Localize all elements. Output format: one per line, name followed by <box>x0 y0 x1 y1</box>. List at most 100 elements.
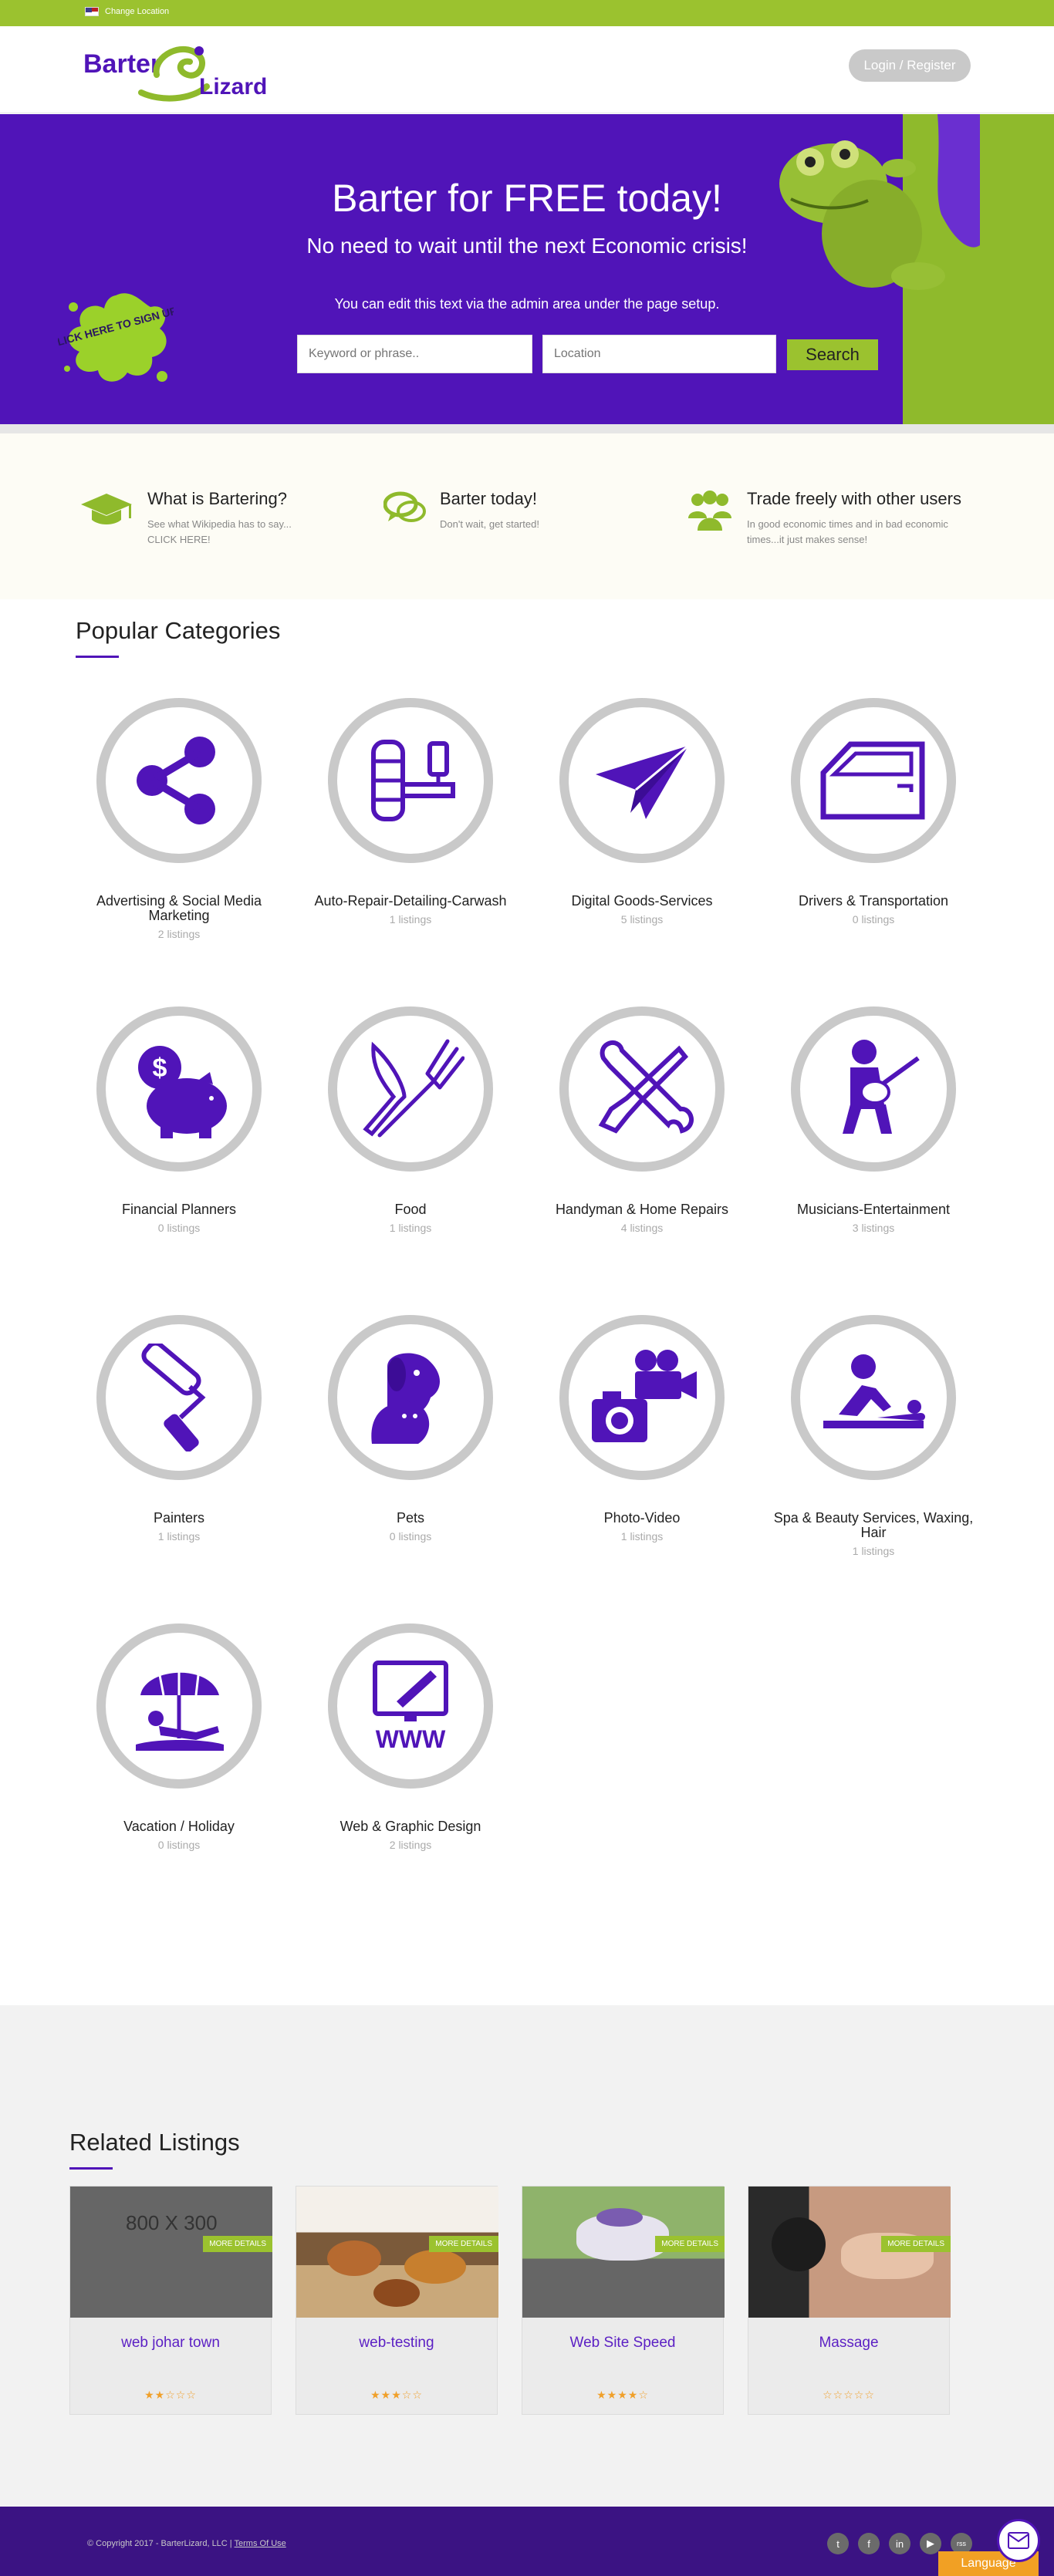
login-register-button[interactable]: Login / Register <box>849 49 971 82</box>
category-financial[interactable]: $ Financial Planners 0 listings <box>75 1006 283 1234</box>
envelope-icon <box>1008 2532 1029 2549</box>
listing-card[interactable]: MORE DETAILS Web Site Speed ★★★★☆ <box>522 2186 725 2415</box>
feature-bartering[interactable]: What is Bartering? See what Wikipedia ha… <box>147 489 309 547</box>
svg-text:WWW: WWW <box>376 1725 446 1753</box>
placeholder-text: 800 X 300 <box>126 2211 218 2234</box>
chat-bubbles-icon <box>383 491 426 522</box>
web-design-icon: WWW <box>373 1661 448 1753</box>
category-icon-circle <box>96 698 262 863</box>
category-name: Spa & Beauty Services, Waxing, Hair <box>773 1510 974 1540</box>
share-icon <box>137 737 215 824</box>
category-handyman[interactable]: Handyman & Home Repairs 4 listings <box>538 1006 746 1234</box>
listing-title: Web Site Speed <box>569 2335 676 2351</box>
category-icon-circle <box>328 698 493 863</box>
users-group-icon <box>688 491 731 531</box>
listing-image: MORE DETAILS <box>522 2187 725 2318</box>
change-location-link[interactable]: Change Location <box>85 7 169 16</box>
hero-banner: Barter for FREE today! No need to wait u… <box>0 114 1054 424</box>
search-button[interactable]: Search <box>787 339 878 370</box>
keyword-search-input[interactable] <box>297 335 532 373</box>
category-web-design[interactable]: WWW Web & Graphic Design 2 listings <box>306 1623 515 1851</box>
listing-image: 800 X 300 MORE DETAILS <box>70 2187 272 2318</box>
more-details-button[interactable]: MORE DETAILS <box>429 2236 498 2252</box>
listing-title: web-testing <box>359 2335 434 2351</box>
guitarist-icon <box>843 1040 920 1134</box>
paper-plane-icon <box>596 744 689 819</box>
listing-title: web johar town <box>121 2335 220 2351</box>
click-here-signup-splat[interactable]: CLICK HERE TO SIGN UP! <box>58 284 174 392</box>
listing-card[interactable]: MORE DETAILS Massage ☆☆☆☆☆ <box>748 2186 951 2415</box>
feature-text: In good economic times and in bad econom… <box>747 518 948 545</box>
svg-text:$: $ <box>153 1054 167 1083</box>
listing-rating: ★★★★☆ <box>596 2389 649 2401</box>
category-count: 2 listings <box>389 1838 432 1851</box>
lizard-mascot-image <box>779 114 980 290</box>
category-vacation[interactable]: Vacation / Holiday 0 listings <box>75 1623 283 1851</box>
category-drivers[interactable]: Drivers & Transportation 0 listings <box>769 698 978 926</box>
listing-image: MORE DETAILS <box>748 2187 951 2318</box>
feature-barter-today[interactable]: Barter today! Don't wait, get started! <box>440 489 539 532</box>
category-icon-circle <box>328 1315 493 1480</box>
hero-divider <box>0 424 1054 433</box>
more-details-button[interactable]: MORE DETAILS <box>881 2236 951 2252</box>
listing-card[interactable]: MORE DETAILS web-testing ★★★☆☆ <box>296 2186 498 2415</box>
category-count: 2 listings <box>157 927 201 940</box>
facebook-icon[interactable]: f <box>858 2533 880 2554</box>
category-count: 0 listings <box>852 912 895 926</box>
paint-roller-icon <box>141 1344 206 1452</box>
category-name: Digital Goods-Services <box>571 893 713 909</box>
category-name: Financial Planners <box>121 1202 237 1217</box>
twitter-icon[interactable]: t <box>827 2533 849 2554</box>
feature-title: Trade freely with other users <box>747 489 961 508</box>
category-icon-circle <box>328 1006 493 1172</box>
category-icon-circle <box>791 698 956 863</box>
category-icon-circle: $ <box>96 1006 262 1172</box>
feature-title: What is Bartering? <box>147 489 287 508</box>
category-count: 0 listings <box>389 1529 432 1543</box>
category-spa-beauty[interactable]: Spa & Beauty Services, Waxing, Hair 1 li… <box>769 1315 978 1557</box>
category-musicians[interactable]: Musicians-Entertainment 3 listings <box>769 1006 978 1234</box>
category-count: 1 listings <box>157 1529 201 1543</box>
top-bar: Change Location <box>0 0 1054 26</box>
category-icon-circle <box>96 1315 262 1480</box>
linkedin-icon[interactable]: in <box>889 2533 910 2554</box>
category-name: Advertising & Social Media Marketing <box>96 893 262 923</box>
graduation-cap-icon <box>81 494 132 524</box>
category-food[interactable]: Food 1 listings <box>306 1006 515 1234</box>
category-name: Web & Graphic Design <box>340 1819 481 1834</box>
massage-icon <box>823 1354 925 1428</box>
category-icon-circle <box>791 1315 956 1480</box>
popular-categories-title: Popular Categories <box>76 617 281 644</box>
site-header: Barter Lizard Login / Register <box>0 26 1054 113</box>
category-name: Musicians-Entertainment <box>796 1202 951 1217</box>
more-details-button[interactable]: MORE DETAILS <box>655 2236 725 2252</box>
knife-fork-icon <box>363 1039 465 1138</box>
category-pets[interactable]: Pets 0 listings <box>306 1315 515 1543</box>
barter-lizard-logo[interactable]: Barter Lizard <box>83 32 284 103</box>
tools-icon <box>598 1040 694 1134</box>
listing-card[interactable]: 800 X 300 MORE DETAILS web johar town ★★… <box>69 2186 272 2415</box>
feature-title: Barter today! <box>440 489 537 508</box>
category-name: Handyman & Home Repairs <box>555 1202 729 1217</box>
hero-subtitle: No need to wait until the next Economic … <box>306 234 748 258</box>
category-count: 0 listings <box>157 1838 201 1851</box>
category-painters[interactable]: Painters 1 listings <box>75 1315 283 1543</box>
camera-icon <box>592 1350 697 1442</box>
piggy-bank-icon: $ <box>138 1046 227 1138</box>
listing-title: Massage <box>819 2335 879 2351</box>
category-icon-circle <box>559 1006 725 1172</box>
more-details-button[interactable]: MORE DETAILS <box>203 2236 272 2252</box>
location-input[interactable] <box>542 335 776 373</box>
category-digital-goods[interactable]: Digital Goods-Services 5 listings <box>538 698 746 926</box>
category-icon-circle: WWW <box>328 1623 493 1789</box>
category-icon-circle <box>791 1006 956 1172</box>
category-count: 3 listings <box>852 1221 895 1234</box>
chat-button[interactable] <box>997 2519 1040 2562</box>
feature-trade-freely[interactable]: Trade freely with other users In good ec… <box>747 489 971 547</box>
category-name: Drivers & Transportation <box>798 893 949 909</box>
category-photo-video[interactable]: Photo-Video 1 listings <box>538 1315 746 1543</box>
category-auto-repair[interactable]: Auto-Repair-Detailing-Carwash 1 listings <box>306 698 515 926</box>
terms-of-use-link[interactable]: Terms Of Use <box>235 2539 286 2548</box>
category-advertising[interactable]: Advertising & Social Media Marketing 2 l… <box>75 698 283 940</box>
listing-rating: ★★★☆☆ <box>370 2389 423 2401</box>
